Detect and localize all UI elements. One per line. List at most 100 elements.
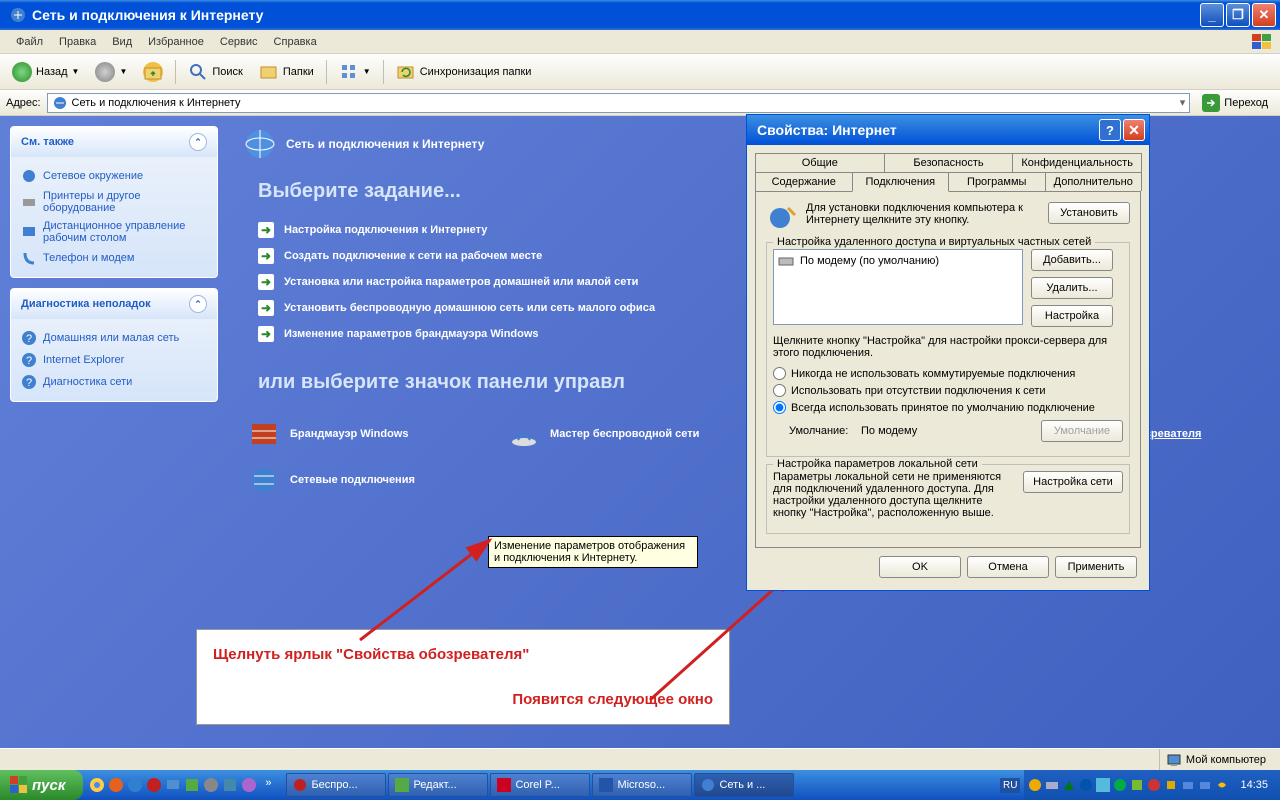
sidebar-link-netdiag[interactable]: ?Диагностика сети [21, 371, 207, 393]
search-icon [188, 62, 208, 82]
apply-button[interactable]: Применить [1055, 556, 1137, 578]
collapse-icon[interactable]: ⌃ [189, 133, 207, 151]
menu-edit[interactable]: Правка [51, 33, 104, 51]
back-button[interactable]: Назад ▼ [6, 59, 85, 85]
internet-properties-dialog: Свойства: Интернет ? ✕ Общие Безопасност… [746, 114, 1150, 591]
ql-chrome-icon[interactable] [89, 777, 105, 793]
dialog-close-button[interactable]: ✕ [1123, 119, 1145, 141]
task-item[interactable]: Corel P... [490, 773, 590, 797]
address-input[interactable]: Сеть и подключения к Интернету [47, 93, 1191, 113]
windows-logo-icon [10, 776, 28, 794]
help-button[interactable]: ? [1099, 119, 1121, 141]
panel-header[interactable]: См. также ⌃ [11, 127, 217, 157]
tray-icon[interactable] [1028, 778, 1042, 792]
collapse-icon[interactable]: ⌃ [189, 295, 207, 313]
ql-app4-icon[interactable] [241, 777, 257, 793]
task-item-active[interactable]: Сеть и ... [694, 773, 794, 797]
tray-icon[interactable] [1130, 778, 1144, 792]
dialup-vpn-group: Настройка удаленного доступа и виртуальн… [766, 242, 1130, 457]
cp-firewall[interactable]: Брандмауэр Windows [248, 418, 468, 450]
set-default-button: Умолчание [1041, 420, 1123, 442]
dropdown-arrow-icon: ▼ [72, 67, 80, 76]
ql-firefox-icon[interactable] [108, 777, 124, 793]
tray-icon[interactable] [1096, 778, 1110, 792]
cancel-button[interactable]: Отмена [967, 556, 1049, 578]
panel-header[interactable]: Диагностика неполадок ⌃ [11, 289, 217, 319]
tab-advanced[interactable]: Дополнительно [1045, 172, 1143, 191]
ok-button[interactable]: OK [879, 556, 961, 578]
sidebar-link-phone[interactable]: Телефон и модем [21, 247, 207, 269]
radio-always[interactable]: Всегда использовать принятое по умолчани… [773, 399, 1123, 416]
tab-privacy[interactable]: Конфиденциальность [1012, 153, 1142, 172]
list-item[interactable]: По модему (по умолчанию) [777, 253, 1019, 269]
delete-button[interactable]: Удалить... [1031, 277, 1113, 299]
tab-programs[interactable]: Программы [948, 172, 1046, 191]
add-button[interactable]: Добавить... [1031, 249, 1113, 271]
tab-connections[interactable]: Подключения [852, 172, 950, 192]
search-button[interactable]: Поиск [182, 59, 248, 85]
ql-ie-icon[interactable] [127, 777, 143, 793]
dialog-titlebar[interactable]: Свойства: Интернет ? ✕ [747, 115, 1149, 145]
tray-icon[interactable] [1215, 778, 1229, 792]
ql-opera-icon[interactable] [146, 777, 162, 793]
task-item[interactable]: Microso... [592, 773, 692, 797]
tray-icon[interactable] [1079, 778, 1093, 792]
settings-button[interactable]: Настройка [1031, 305, 1113, 327]
sync-button[interactable]: Синхронизация папки [390, 59, 538, 85]
up-button[interactable] [137, 59, 169, 85]
sidebar-link-network-places[interactable]: Сетевое окружение [21, 165, 207, 187]
restore-button[interactable]: ❐ [1226, 3, 1250, 27]
menu-file[interactable]: Файл [8, 33, 51, 51]
cp-wireless-wizard[interactable]: Мастер беспроводной сети [508, 418, 728, 450]
views-button[interactable]: ▼ [333, 59, 377, 85]
cp-network-connections[interactable]: Сетевые подключения [248, 464, 468, 496]
sidebar-link-printers[interactable]: Принтеры и другое оборудование [21, 187, 207, 217]
tray-icon[interactable] [1147, 778, 1161, 792]
ql-app3-icon[interactable] [222, 777, 238, 793]
start-button[interactable]: пуск [0, 770, 83, 800]
tab-security[interactable]: Безопасность [884, 153, 1014, 172]
language-indicator[interactable]: RU [1000, 778, 1020, 793]
task-item[interactable]: Беспро... [286, 773, 386, 797]
menu-tools[interactable]: Сервис [212, 33, 266, 51]
ql-expand-icon[interactable]: » [260, 777, 276, 793]
window-icon [10, 7, 26, 23]
minimize-button[interactable]: _ [1200, 3, 1224, 27]
tray-icon[interactable] [1045, 778, 1059, 792]
tray-icon[interactable] [1113, 778, 1127, 792]
task-item[interactable]: Редакт... [388, 773, 488, 797]
ql-desktop-icon[interactable] [165, 777, 181, 793]
sidebar-link-home-net[interactable]: ?Домашняя или малая сеть [21, 327, 207, 349]
tray-icon[interactable] [1062, 778, 1076, 792]
lan-settings-button[interactable]: Настройка сети [1023, 471, 1123, 493]
sidebar-link-ie[interactable]: ?Internet Explorer [21, 349, 207, 371]
tab-general[interactable]: Общие [755, 153, 885, 172]
close-button[interactable]: ✕ [1252, 3, 1276, 27]
folders-button[interactable]: Папки [253, 59, 320, 85]
ql-app2-icon[interactable] [203, 777, 219, 793]
windows-flag-icon[interactable] [1252, 34, 1272, 50]
tab-content[interactable]: Содержание [755, 172, 853, 191]
annotation-line-1: Щелнуть ярлык "Свойства обозревателя" [213, 646, 713, 663]
menu-favorites[interactable]: Избранное [140, 33, 212, 51]
ql-app-icon[interactable] [184, 777, 200, 793]
wireless-icon [508, 418, 540, 450]
arrow-icon: ➜ [258, 326, 274, 342]
tray-icon[interactable] [1164, 778, 1178, 792]
menu-help[interactable]: Справка [266, 33, 325, 51]
lan-text: Параметры локальной сети не применяются … [773, 471, 1015, 519]
radio-no-net[interactable]: Использовать при отсутствии подключения … [773, 382, 1123, 399]
sidebar-link-remote[interactable]: Дистанционное управление рабочим столом [21, 217, 207, 247]
menu-view[interactable]: Вид [104, 33, 140, 51]
radio-never[interactable]: Никогда не использовать коммутируемые по… [773, 365, 1123, 382]
connections-listbox[interactable]: По модему (по умолчанию) [773, 249, 1023, 325]
clock[interactable]: 14:35 [1232, 779, 1276, 791]
forward-button[interactable]: ▼ [89, 59, 133, 85]
help-icon: ? [21, 330, 37, 346]
tooltip: Изменение параметров отображения и подкл… [488, 536, 698, 568]
tray-icon[interactable] [1181, 778, 1195, 792]
setup-button[interactable]: Установить [1048, 202, 1130, 224]
tray-icon[interactable] [1198, 778, 1212, 792]
go-button[interactable]: Переход [1196, 94, 1274, 112]
sidebar-panel-see-also: См. также ⌃ Сетевое окружение Принтеры и… [10, 126, 218, 278]
